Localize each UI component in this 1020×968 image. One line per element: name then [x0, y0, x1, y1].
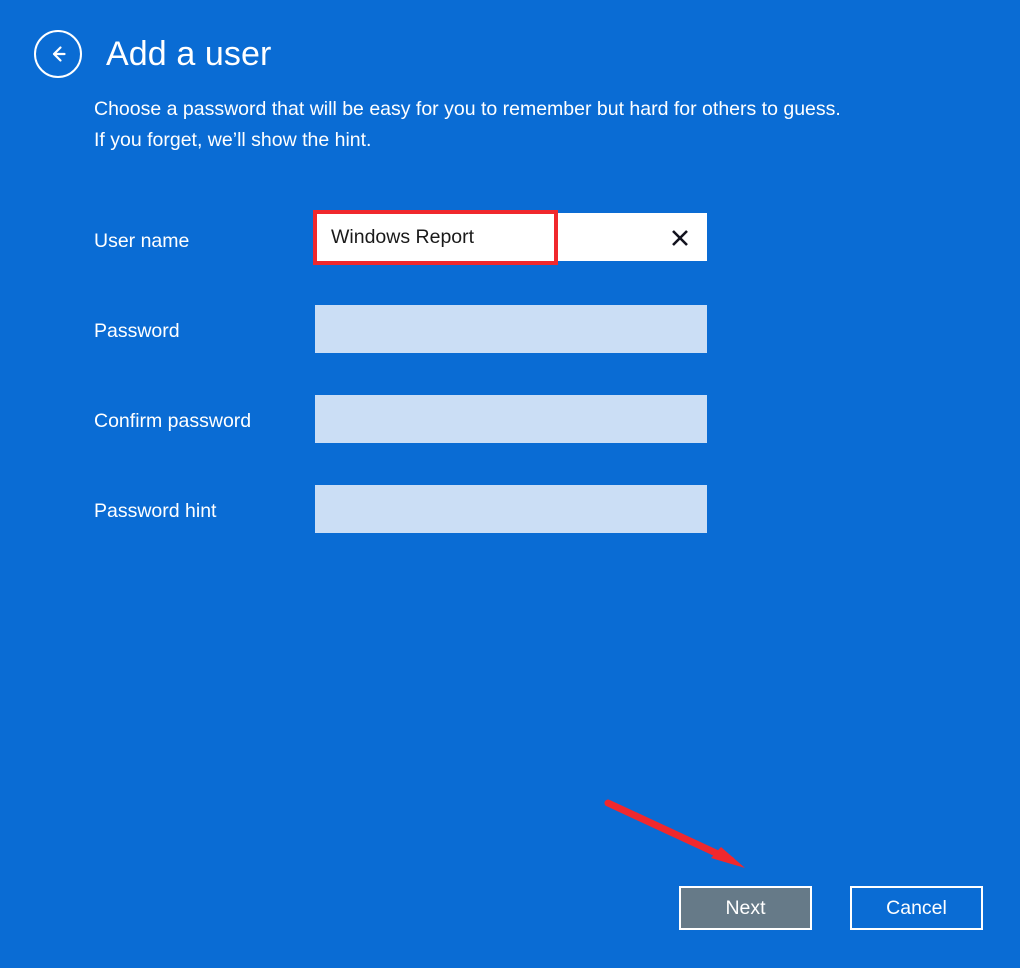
- page-title: Add a user: [106, 35, 272, 73]
- label-password: Password: [94, 320, 180, 342]
- confirm-password-input[interactable]: [315, 395, 707, 443]
- subtitle-line-2: If you forget, we’ll show the hint.: [94, 129, 372, 151]
- page-subtitle: Choose a password that will be easy for …: [94, 94, 994, 156]
- next-button[interactable]: Next: [679, 886, 812, 930]
- user-name-input[interactable]: [315, 213, 707, 261]
- annotation-arrow-icon: [604, 799, 745, 868]
- password-input[interactable]: [315, 305, 707, 353]
- back-arrow-icon[interactable]: [34, 30, 82, 78]
- title-row: Add a user: [34, 30, 271, 78]
- subtitle-line-1: Choose a password that will be easy for …: [94, 98, 841, 120]
- label-confirm-password: Confirm password: [94, 410, 252, 432]
- label-user-name: User name: [94, 230, 190, 252]
- clear-x-icon[interactable]: [668, 226, 692, 250]
- password-hint-input[interactable]: [315, 485, 707, 533]
- cancel-button[interactable]: Cancel: [850, 886, 983, 930]
- label-password-hint: Password hint: [94, 500, 217, 522]
